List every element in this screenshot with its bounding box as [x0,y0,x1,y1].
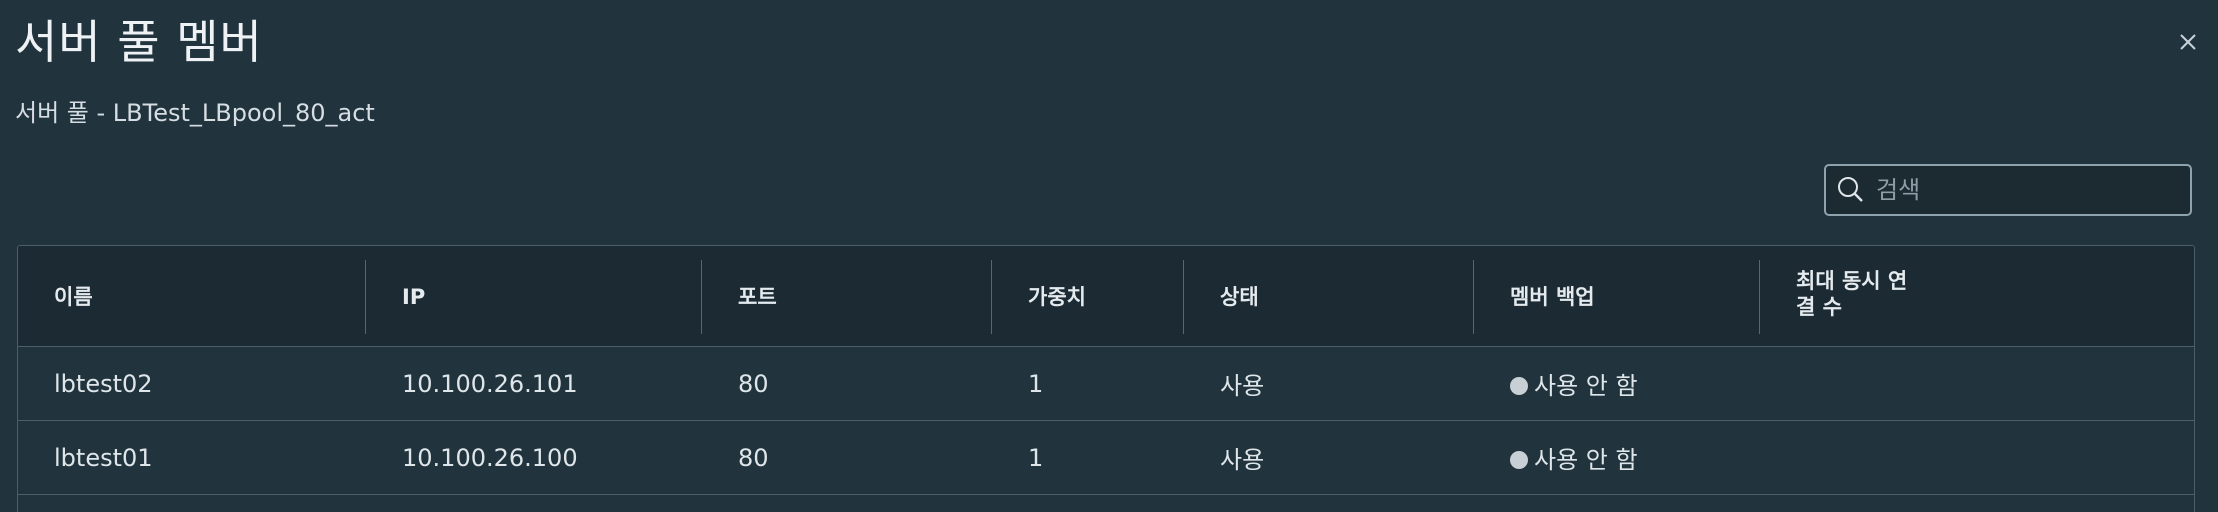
column-header-label-line1: 최대 동시 연 [1796,269,1908,293]
cell-port: 80 [738,369,769,398]
backup-label: 사용 안 함 [1534,446,1638,474]
status-dot-icon [1510,377,1528,395]
members-table: 이름 IP 포트 가중치 상태 멤버 백업 최대 동시 연 결 수 lbtest… [17,245,2195,512]
cell-name: lbtest02 [54,369,153,398]
cell-name: lbtest01 [54,443,153,472]
close-button[interactable] [2176,30,2200,54]
search-icon [1834,173,1868,207]
cell-member-backup: 사용 안 함 [1474,366,1760,401]
server-pool-members-dialog: 서버 풀 멤버 서버 풀 - LBTest_LBpool_80_act 이름 I… [0,0,2218,512]
status-dot-icon [1510,451,1528,469]
column-header-ip[interactable]: IP [366,246,702,346]
cell-port: 80 [738,443,769,472]
close-icon [2176,30,2200,54]
table-row[interactable]: lbtest01 10.100.26.100 80 1 사용 사용 안 함 [18,421,2194,495]
cell-ip: 10.100.26.101 [402,369,578,398]
column-header-name[interactable]: 이름 [18,246,366,346]
column-header-max-connections[interactable]: 최대 동시 연 결 수 [1760,246,1996,346]
column-header-port[interactable]: 포트 [702,246,992,346]
column-header-label: 이름 [54,285,93,309]
search-input[interactable] [1868,166,2190,214]
cell-member-backup: 사용 안 함 [1474,440,1760,475]
search-box[interactable] [1824,164,2192,216]
cell-weight: 1 [1028,443,1044,472]
column-header-label: 상태 [1220,285,1259,309]
column-header-weight[interactable]: 가중치 [992,246,1184,346]
cell-state: 사용 [1220,446,1265,474]
column-header-label: IP [402,285,426,309]
column-header-label: 가중치 [1028,285,1086,309]
dialog-subtitle: 서버 풀 - LBTest_LBpool_80_act [15,99,375,127]
backup-label: 사용 안 함 [1534,372,1638,400]
table-header: 이름 IP 포트 가중치 상태 멤버 백업 최대 동시 연 결 수 [18,246,2194,347]
column-header-label: 멤버 백업 [1510,285,1595,309]
column-header-state[interactable]: 상태 [1184,246,1474,346]
cell-weight: 1 [1028,369,1044,398]
column-header-label-line2: 결 수 [1796,295,1842,319]
cell-ip: 10.100.26.100 [402,443,578,472]
cell-state: 사용 [1220,372,1265,400]
table-row[interactable]: lbtest02 10.100.26.101 80 1 사용 사용 안 함 [18,347,2194,421]
dialog-title: 서버 풀 멤버 [15,15,263,69]
column-header-member-backup[interactable]: 멤버 백업 [1474,246,1760,346]
column-header-label: 포트 [738,285,777,309]
